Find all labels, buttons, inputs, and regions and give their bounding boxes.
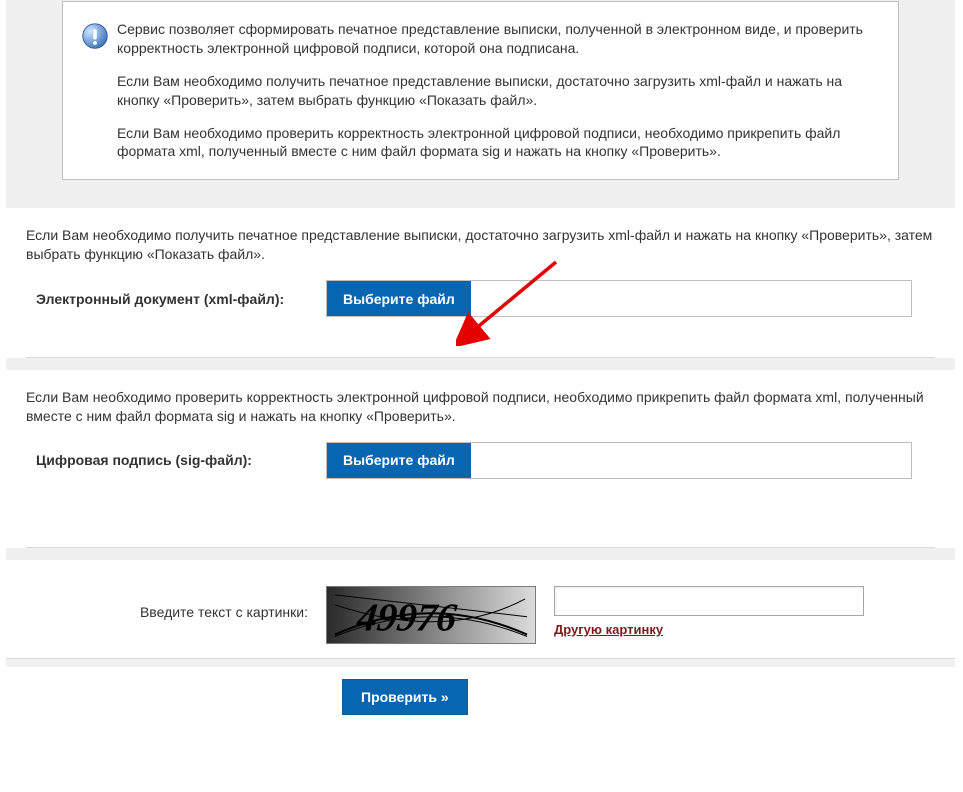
submit-button[interactable]: Проверить » — [342, 679, 468, 715]
xml-choose-file-button[interactable]: Выберите файл — [327, 281, 471, 316]
sig-row: Цифровая подпись (sig-файл): Выберите фа… — [26, 442, 935, 479]
sig-file-control: Выберите файл — [326, 442, 912, 479]
sig-choose-file-button[interactable]: Выберите файл — [327, 443, 471, 478]
captcha-text: 49976 — [354, 596, 459, 640]
page-container: Сервис позволяет сформировать печатное п… — [6, 0, 955, 731]
sig-desc: Если Вам необходимо проверить корректнос… — [26, 388, 935, 426]
xml-label: Электронный документ (xml-файл): — [26, 291, 326, 307]
info-panel: Сервис позволяет сформировать печатное п… — [62, 1, 899, 180]
xml-file-control: Выберите файл — [326, 280, 912, 317]
xml-file-name-display[interactable] — [471, 281, 911, 316]
sig-label: Цифровая подпись (sig-файл): — [26, 452, 326, 468]
info-paragraph-3: Если Вам необходимо проверить корректнос… — [117, 124, 878, 162]
info-paragraph-2: Если Вам необходимо получить печатное пр… — [117, 72, 878, 110]
xml-section: Если Вам необходимо получить печатное пр… — [6, 208, 955, 358]
info-text: Сервис позволяет сформировать печатное п… — [117, 20, 878, 161]
submit-bar: Проверить » — [6, 667, 955, 731]
sig-section: Если Вам необходимо проверить корректнос… — [6, 370, 955, 548]
info-paragraph-1: Сервис позволяет сформировать печатное п… — [117, 20, 878, 58]
captcha-section: Введите текст с картинки: 49976 Другую к… — [6, 560, 955, 658]
xml-row: Электронный документ (xml-файл): Выберит… — [26, 280, 935, 317]
captcha-refresh-link[interactable]: Другую картинку — [554, 622, 864, 637]
xml-desc: Если Вам необходимо получить печатное пр… — [26, 226, 935, 264]
info-icon — [81, 20, 117, 161]
divider — [26, 547, 935, 548]
captcha-label: Введите текст с картинки: — [26, 586, 326, 620]
divider — [26, 357, 935, 358]
captcha-image: 49976 — [326, 586, 536, 644]
sig-file-name-display[interactable] — [471, 443, 911, 478]
captcha-input[interactable] — [554, 586, 864, 616]
